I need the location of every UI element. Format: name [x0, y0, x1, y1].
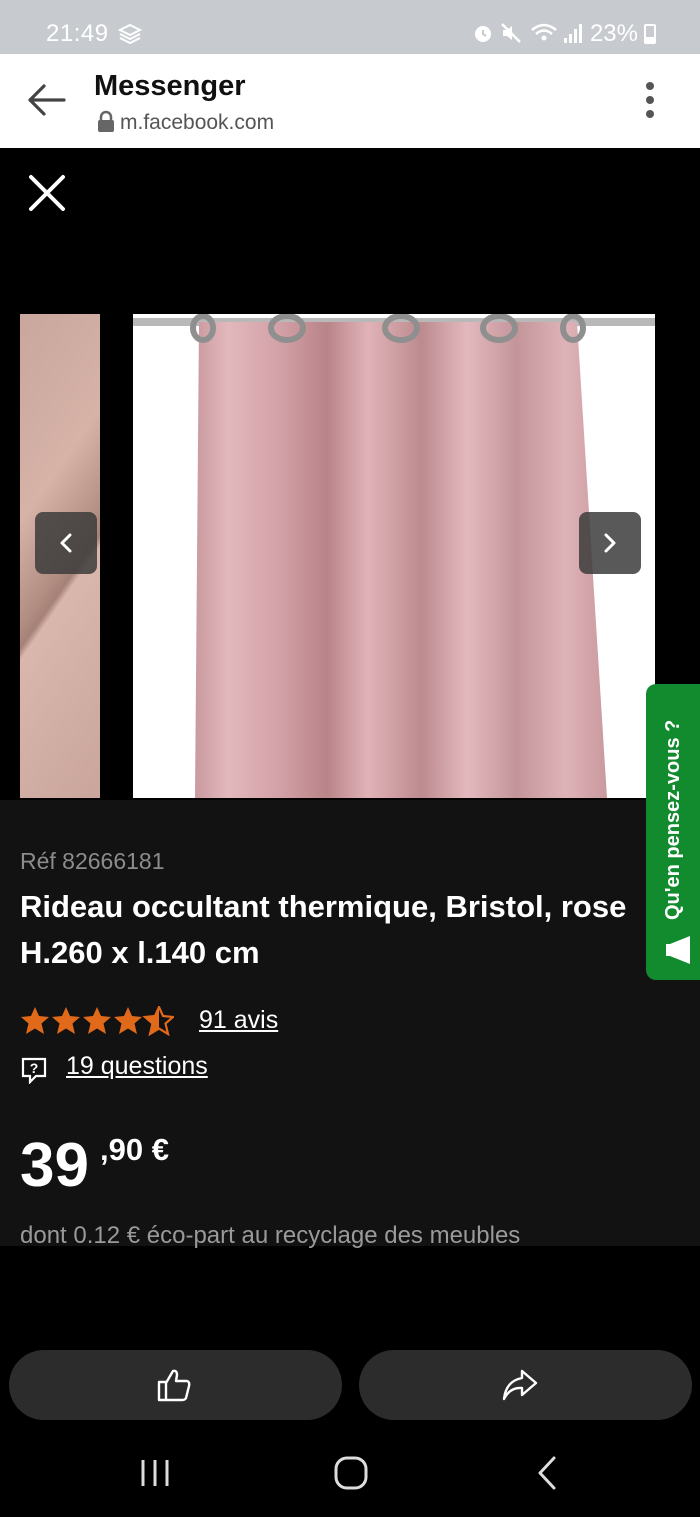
page-url: m.facebook.com — [120, 111, 275, 134]
share-icon — [502, 1369, 538, 1401]
carousel-next-button[interactable] — [579, 512, 641, 574]
wifi-icon — [531, 23, 557, 41]
product-title: Rideau occultant thermique, Bristol, ros… — [20, 889, 627, 970]
question-icon: ? — [21, 1057, 47, 1084]
share-button[interactable] — [359, 1350, 692, 1420]
megaphone-icon — [666, 936, 690, 964]
questions-link[interactable]: 19 questions — [66, 1052, 208, 1081]
reviews-link[interactable]: 91 avis — [199, 1006, 278, 1035]
screen: 21:49 23% Messenger m.facebook.com Réf 8… — [0, 0, 700, 1517]
battery-percent: 23% — [589, 20, 638, 47]
curtain-illustration — [133, 314, 655, 798]
prev-arrow-icon — [60, 533, 72, 553]
system-nav-bar — [0, 1430, 700, 1517]
page-title: Messenger — [94, 70, 246, 102]
stack-icon — [118, 23, 142, 45]
star-half-icon — [142, 1006, 174, 1036]
star-icon — [21, 1007, 49, 1034]
product-ref: Réf 82666181 — [20, 848, 165, 874]
feedback-tab[interactable]: Qu'en pensez-vous ? — [646, 684, 700, 980]
carousel-prev-button[interactable] — [35, 512, 97, 574]
alarm-icon — [475, 26, 491, 42]
like-button[interactable] — [9, 1350, 342, 1420]
star-icon — [114, 1007, 142, 1034]
eco-participation: dont 0.12 € éco-part au recyclage des me… — [20, 1222, 521, 1249]
star-icon — [52, 1007, 80, 1034]
battery-icon — [644, 24, 656, 44]
svg-text:?: ? — [30, 1060, 39, 1076]
next-arrow-icon — [604, 533, 616, 553]
star-icon — [83, 1007, 111, 1034]
status-bar: 21:49 23% — [0, 0, 700, 54]
more-icon[interactable] — [636, 80, 664, 120]
home-icon[interactable] — [332, 1454, 370, 1492]
rating-stars — [21, 1006, 174, 1036]
browser-header: Messenger m.facebook.com — [0, 54, 700, 148]
signal-icon — [564, 24, 582, 43]
nav-back-icon[interactable] — [534, 1454, 560, 1492]
price-integer: 39 — [20, 1131, 89, 1200]
back-arrow-icon[interactable] — [24, 80, 68, 120]
mute-icon — [501, 23, 521, 43]
product-image — [133, 314, 655, 798]
status-time: 21:49 — [46, 20, 109, 47]
product-info: Réf 82666181 Rideau occultant thermique,… — [0, 800, 700, 1249]
close-icon[interactable] — [28, 174, 66, 212]
lock-icon — [98, 110, 114, 132]
price-decimal: ,90 € — [100, 1132, 169, 1167]
like-icon — [157, 1369, 191, 1402]
recent-apps-icon[interactable] — [138, 1458, 172, 1488]
feedback-label: Qu'en pensez-vous ? — [662, 719, 684, 920]
